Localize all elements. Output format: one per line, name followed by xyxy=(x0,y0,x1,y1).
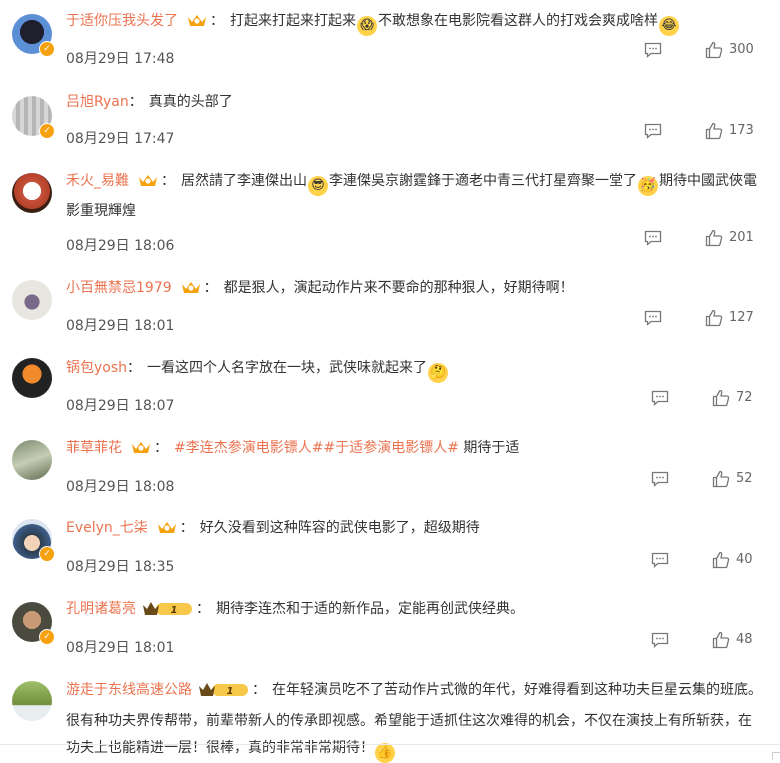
username-link[interactable]: 孔明诸葛亮 xyxy=(66,601,136,617)
crown-badge-icon xyxy=(137,171,159,198)
comment-text-segment: 一看这四个人名字放在一块，武侠味就起来了 xyxy=(147,360,428,376)
comment-text: 菲草菲花 ： #李连杰参演电影镖人##于适参演电影镖人# 期待于适 xyxy=(66,435,762,465)
reply-icon[interactable] xyxy=(651,632,669,648)
timestamp: 08月29日 17:48 xyxy=(66,51,175,67)
comment-text-segment: 李連傑吳京謝霆鋒于適老中青三代打星齊聚一堂了 xyxy=(329,173,637,189)
emoji-icon: 👍 xyxy=(375,743,395,763)
timestamp: 08月29日 17:47 xyxy=(66,131,175,147)
comment-text-segment: 真真的头部了 xyxy=(148,94,233,110)
comment-text-segment: 不敢想象在电影院看这群人的打戏会爽成啥样 xyxy=(378,13,658,29)
svg-text:1: 1 xyxy=(227,686,234,697)
reply-icon[interactable] xyxy=(644,123,662,139)
topic-link[interactable]: #李连杰参演电影镖人# xyxy=(174,440,323,456)
thumbs-up-icon xyxy=(712,470,730,492)
comment-text: 游走于东线高速公路 1：在年轻演员吃不了苦动作片式微的年代，好难得看到这种功夫巨星… xyxy=(66,677,762,763)
like-count: 300 xyxy=(729,42,754,57)
verified-badge-icon: ✓ xyxy=(39,123,55,139)
username-link[interactable]: 小百無禁忌1979 xyxy=(66,280,172,296)
divider xyxy=(0,744,780,745)
emoji-icon: 🥳 xyxy=(638,176,658,196)
like-count: 40 xyxy=(736,552,753,567)
crown-badge-icon xyxy=(130,438,152,465)
level-badge-icon: 1 xyxy=(142,599,194,627)
emoji-icon: 🤔 xyxy=(428,363,449,383)
comment-text-segment: 都是狠人，演起动作片来不要命的那种狠人，好期待啊！ xyxy=(223,280,574,296)
thumbs-up-icon xyxy=(712,631,730,653)
reply-icon[interactable] xyxy=(651,552,669,568)
like-count: 127 xyxy=(729,310,754,325)
username-link[interactable]: 菲草菲花 xyxy=(66,440,122,456)
reply-icon[interactable] xyxy=(644,310,662,326)
comment-text: 锅包yosh： 一看这四个人名字放在一块，武侠味就起来了 🤔 xyxy=(66,355,762,383)
comment-text: 于适你压我头发了 ： 打起来打起来打起来 😱 不敢想象在电影院看这群人的打戏会爽成啥样 😂 xyxy=(66,8,762,38)
comment-text-segment: 期待李连杰和于适的新作品，定能再创武侠经典。 xyxy=(216,601,524,617)
avatar[interactable] xyxy=(12,681,52,721)
thumbs-up-icon xyxy=(712,389,730,411)
comment-text-segment: ： xyxy=(179,520,194,536)
comment-text-segment: ： xyxy=(127,360,142,376)
topic-link[interactable]: #于适参演电影镖人# xyxy=(323,440,458,456)
thumbs-up-icon xyxy=(712,551,730,573)
avatar[interactable] xyxy=(12,280,52,320)
username-link[interactable]: 吕旭Ryan xyxy=(66,94,129,110)
thumbs-up-icon xyxy=(705,309,723,331)
avatar[interactable] xyxy=(12,358,52,398)
comment-text-segment: ： xyxy=(252,682,266,698)
like-count: 72 xyxy=(736,390,753,405)
emoji-icon: 😂 xyxy=(659,16,679,36)
username-link[interactable]: Evelyn_七柒 xyxy=(66,520,148,536)
like-count: 48 xyxy=(736,632,753,647)
comment-text: Evelyn_七柒 ： 好久没看到这种阵容的武侠电影了，超级期待 xyxy=(66,515,762,545)
username-link[interactable]: 禾火_易難 xyxy=(66,173,129,189)
comment-text-segment: 好久没看到这种阵容的武侠电影了，超级期待 xyxy=(199,520,480,536)
comment-text-segment: ： xyxy=(154,440,168,456)
username-link[interactable]: 锅包yosh xyxy=(66,360,127,376)
svg-text:1: 1 xyxy=(171,605,178,616)
crown-badge-icon xyxy=(186,11,208,38)
comment-text-segment: 居然請了李連傑出山 xyxy=(181,173,307,189)
comment-text: 小百無禁忌1979 ： 都是狠人，演起动作片来不要命的那种狠人，好期待啊！ xyxy=(66,275,762,305)
verified-badge-icon: ✓ xyxy=(39,546,55,562)
crown-badge-icon xyxy=(180,278,202,305)
avatar[interactable] xyxy=(12,440,52,480)
comment-text-segment: 打起来打起来打起来 xyxy=(230,13,356,29)
comment-text-segment: 期待于适 xyxy=(458,440,520,456)
reply-icon[interactable] xyxy=(651,390,669,406)
verified-badge-icon: ✓ xyxy=(39,41,55,57)
emoji-icon: 😱 xyxy=(357,16,377,36)
comment-text: 禾火_易難：居然請了李連傑出山 😎 李連傑吳京謝霆鋒于適老中青三代打星齊聚一堂了 🥳 期… xyxy=(66,168,762,225)
thumbs-up-icon xyxy=(705,41,723,63)
avatar[interactable] xyxy=(12,173,52,213)
verified-badge-icon: ✓ xyxy=(39,629,55,645)
thumbs-up-icon xyxy=(705,229,723,251)
timestamp: 08月29日 18:06 xyxy=(66,238,175,254)
comment-text: 孔明诸葛亮 1 ： 期待李连杰和于适的新作品，定能再创武侠经典。 xyxy=(66,596,762,627)
timestamp: 08月29日 18:01 xyxy=(66,640,175,656)
like-count: 52 xyxy=(736,471,753,486)
level-badge-icon: 1 xyxy=(198,680,250,708)
comment-text-segment: ： xyxy=(161,173,175,189)
comment-text: 吕旭Ryan： 真真的头部了 xyxy=(66,89,762,116)
reply-icon[interactable] xyxy=(644,230,662,246)
timestamp: 08月29日 18:07 xyxy=(66,398,175,414)
thumbs-up-icon xyxy=(705,122,723,144)
timestamp: 08月29日 18:08 xyxy=(66,479,175,495)
emoji-icon: 😎 xyxy=(308,176,328,196)
like-count: 201 xyxy=(729,230,754,245)
reply-icon[interactable] xyxy=(644,42,662,58)
comment-text-segment: ： xyxy=(196,601,210,617)
comment-text-segment: ： xyxy=(203,280,218,296)
comment-text-segment: ： xyxy=(210,13,224,29)
username-link[interactable]: 于适你压我头发了 xyxy=(66,13,178,29)
reply-icon[interactable] xyxy=(651,471,669,487)
timestamp: 08月29日 18:01 xyxy=(66,318,175,334)
like-count: 173 xyxy=(729,123,754,138)
username-link[interactable]: 游走于东线高速公路 xyxy=(66,682,192,698)
crown-badge-icon xyxy=(156,518,178,545)
comment-text-segment: ： xyxy=(128,94,143,110)
timestamp: 08月29日 18:35 xyxy=(66,559,175,575)
